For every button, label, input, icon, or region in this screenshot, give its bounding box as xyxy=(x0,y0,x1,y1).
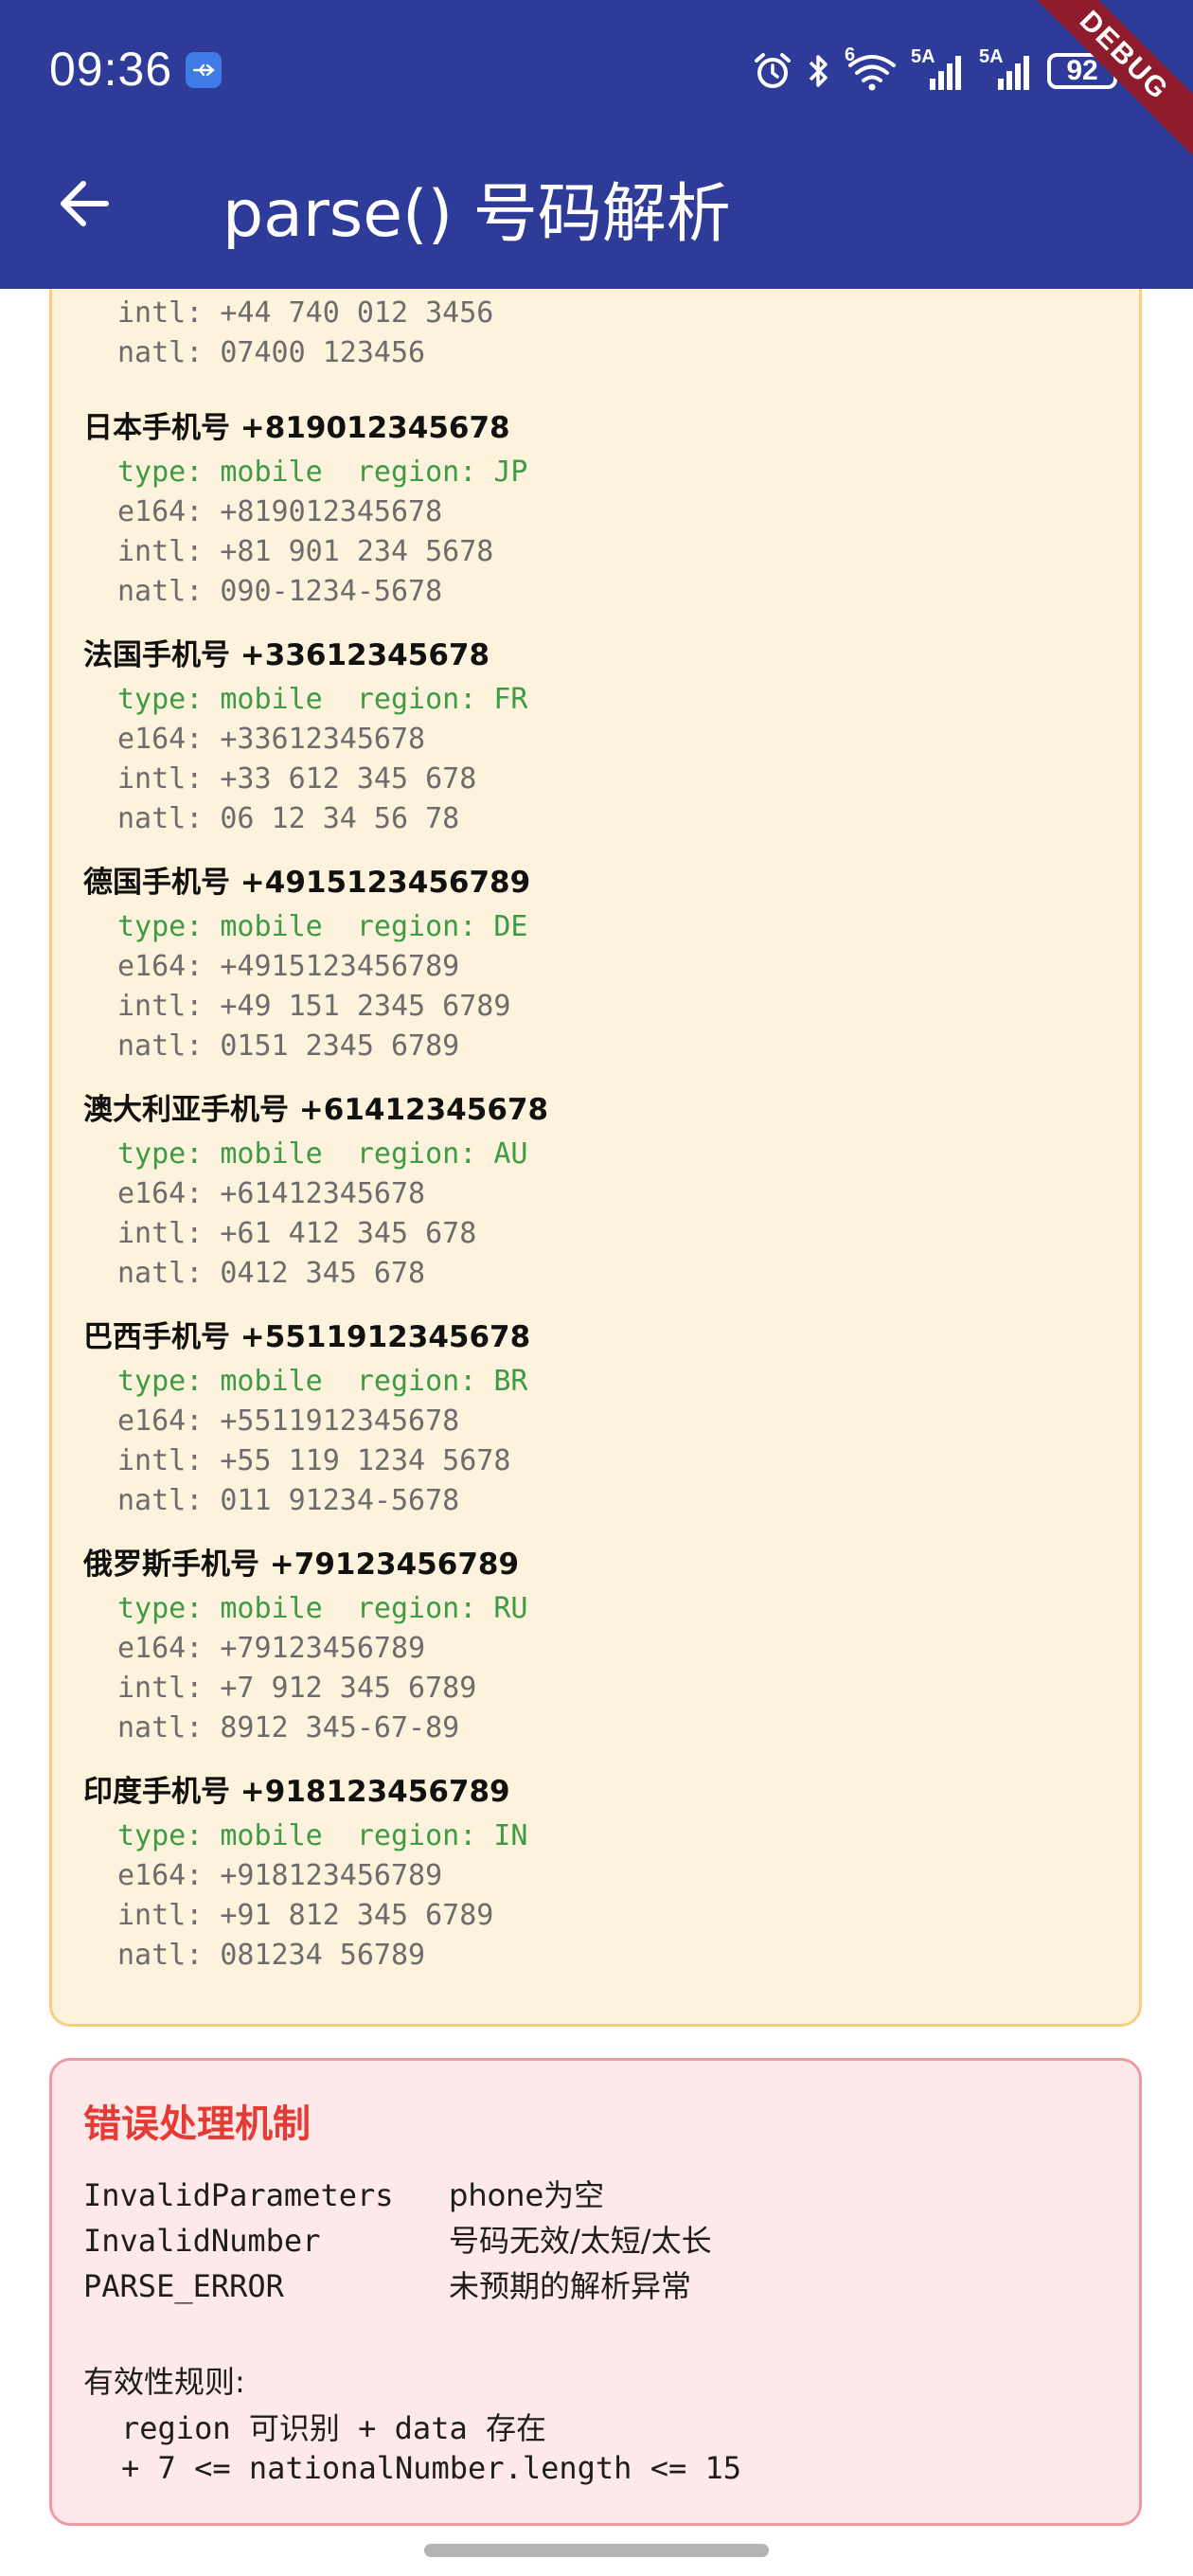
status-icons: 6 5A 5A 92 xyxy=(752,45,1123,97)
rules-title: 有效性规则: xyxy=(83,2364,245,2400)
entry-intl: intl: +55 119 1234 5678 xyxy=(117,1444,511,1477)
error-value: 号码无效/太短/太长 xyxy=(449,2223,712,2259)
error-value: phone为空 xyxy=(449,2177,605,2213)
list-item: 德国手机号 +4915123456789 type: mobile region… xyxy=(83,858,1125,1085)
entry-natl: natl: 06 12 34 56 78 xyxy=(117,802,460,835)
entry-natl: natl: 0151 2345 6789 xyxy=(117,1029,460,1063)
entry-intl: intl: +33 612 345 678 xyxy=(117,762,477,796)
5g-signal-icon: 5A xyxy=(911,46,968,92)
entry-title: 法国手机号 +33612345678 xyxy=(83,638,490,672)
entry-e164: e164: +33612345678 xyxy=(117,723,426,756)
entry-type: type: mobile region: AU xyxy=(117,1137,528,1171)
list-item: 巴西手机号 +5511912345678 type: mobile region… xyxy=(83,1313,1125,1540)
list-item: 印度手机号 +918123456789 type: mobile region:… xyxy=(83,1767,1125,1995)
home-indicator[interactable] xyxy=(424,2544,769,2557)
entry-type: type: mobile region: RU xyxy=(117,1592,528,1625)
battery-level: 92 xyxy=(1066,55,1098,86)
entry-title: 巴西手机号 +5511912345678 xyxy=(83,1320,531,1354)
error-row: InvalidParameters phone为空 xyxy=(83,2173,712,2218)
parse-results-list: intl: +44 740 012 3456 natl: 07400 12345… xyxy=(83,294,1125,1995)
error-key: InvalidNumber xyxy=(83,2223,321,2259)
status-time: 09:36 xyxy=(49,43,173,96)
entry-e164: e164: +4915123456789 xyxy=(117,950,460,983)
entry-title: 德国手机号 +4915123456789 xyxy=(83,866,531,900)
entry-type: type: mobile region: BR xyxy=(117,1365,528,1398)
entry-title: 澳大利亚手机号 +61412345678 xyxy=(83,1093,549,1127)
entry-e164: e164: +5511912345678 xyxy=(117,1404,460,1438)
usb-icon xyxy=(186,52,222,88)
entry-natl: natl: 011 91234-5678 xyxy=(117,1484,460,1517)
entry-e164: e164: +79123456789 xyxy=(117,1632,426,1665)
5g-signal-icon: 5A xyxy=(979,46,1036,92)
error-key: PARSE_ERROR xyxy=(83,2268,284,2304)
entry-title: 印度手机号 +918123456789 xyxy=(83,1775,510,1809)
entry-intl: intl: +81 901 234 5678 xyxy=(117,535,494,568)
back-button[interactable] xyxy=(53,170,119,237)
list-item: 俄罗斯手机号 +79123456789 type: mobile region:… xyxy=(83,1540,1125,1767)
arrow-left-icon xyxy=(61,181,109,226)
entry-type: type: mobile region: FR xyxy=(117,683,528,716)
entry-intl: intl: +7 912 345 6789 xyxy=(117,1672,477,1705)
wifi-icon: 6 xyxy=(845,45,899,92)
entry-e164: e164: +819012345678 xyxy=(117,495,443,528)
entry-title: 俄罗斯手机号 +79123456789 xyxy=(83,1547,520,1582)
error-value: 未预期的解析异常 xyxy=(449,2268,692,2304)
entry-e164: e164: +918123456789 xyxy=(117,1859,443,1892)
error-table: InvalidParameters phone为空 InvalidNumber … xyxy=(83,2173,712,2309)
entry-type: type: mobile region: IN xyxy=(117,1819,528,1852)
entry-natl: natl: 0412 345 678 xyxy=(117,1257,426,1290)
entry-intl: intl: +44 740 012 3456 xyxy=(117,296,494,330)
entry-type: type: mobile region: JP xyxy=(117,456,528,489)
entry-type: type: mobile region: DE xyxy=(117,910,528,943)
app-bar: 09:36 6 5A 5A 92 parse() 号码解析 xyxy=(0,0,1193,289)
list-item: 法国手机号 +33612345678 type: mobile region: … xyxy=(83,631,1125,858)
list-item: 澳大利亚手机号 +61412345678 type: mobile region… xyxy=(83,1085,1125,1313)
bluetooth-icon xyxy=(809,55,828,87)
entry-natl: natl: 8912 345-67-89 xyxy=(117,1711,460,1744)
error-row: PARSE_ERROR 未预期的解析异常 xyxy=(83,2263,712,2309)
entry-intl: intl: +61 412 345 678 xyxy=(117,1217,477,1250)
rule-line: + 7 <= nationalNumber.length <= 15 xyxy=(121,2450,742,2486)
entry-e164: e164: +61412345678 xyxy=(117,1177,426,1210)
error-section-title: 错误处理机制 xyxy=(83,2102,311,2146)
list-item: 日本手机号 +819012345678 type: mobile region:… xyxy=(83,403,1125,631)
alarm-icon xyxy=(755,53,791,88)
entry-natl: natl: 081234 56789 xyxy=(117,1939,426,1972)
rule-line: region 可识别 + data 存在 xyxy=(121,2410,546,2446)
entry-natl: natl: 07400 123456 xyxy=(117,336,426,369)
error-row: InvalidNumber 号码无效/太短/太长 xyxy=(83,2218,712,2263)
entry-intl: intl: +91 812 345 6789 xyxy=(117,1899,494,1932)
entry-title: 日本手机号 +819012345678 xyxy=(83,411,510,445)
entry-natl: natl: 090-1234-5678 xyxy=(117,575,443,608)
entry-intl: intl: +49 151 2345 6789 xyxy=(117,990,511,1023)
page-title: parse() 号码解析 xyxy=(223,177,731,252)
error-key: InvalidParameters xyxy=(83,2177,394,2213)
